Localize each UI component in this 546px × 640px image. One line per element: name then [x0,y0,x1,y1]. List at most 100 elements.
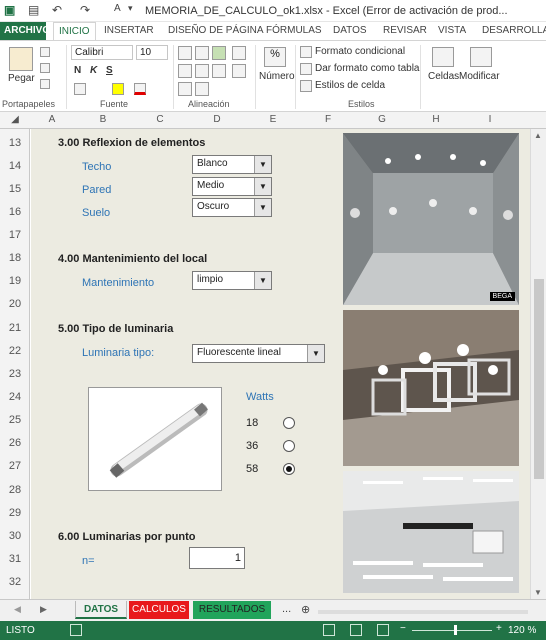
cells-icon[interactable] [432,47,454,67]
align-top-icon[interactable] [178,46,192,60]
scroll-down-icon[interactable]: ▼ [534,588,542,597]
tab-vista[interactable]: VISTA [438,25,466,36]
select-all-corner[interactable]: ◢ [0,114,30,125]
tab-scroll-right-icon[interactable]: ▶ [40,604,47,615]
row-header[interactable]: 29 [0,507,30,519]
align-right-icon[interactable] [212,64,226,78]
cond-format-icon[interactable] [300,46,312,58]
sheet-tab-resultados[interactable]: RESULTADOS [193,601,271,619]
normal-view-icon[interactable] [323,624,335,636]
merge-cells-icon[interactable] [232,64,246,78]
cut-icon[interactable] [40,47,50,57]
underline-button[interactable]: S [106,65,113,76]
tab-scroll-left-icon[interactable]: ◀ [14,604,21,615]
zoom-slider[interactable] [412,630,492,631]
tab-desarrollador[interactable]: DESARROLLA [482,25,546,36]
luminaria-tipo-dropdown[interactable]: Fluorescente lineal ▼ [192,344,325,363]
mantenimiento-dropdown[interactable]: limpio ▼ [192,271,272,290]
page-layout-view-icon[interactable] [350,624,362,636]
column-header[interactable]: H [408,114,464,125]
redo-icon[interactable]: ↷ [80,3,90,17]
row-header[interactable]: 19 [0,275,30,287]
zoom-level[interactable]: 120 % [508,625,536,636]
percent-icon[interactable]: % [264,47,286,67]
cell-styles-icon[interactable] [300,80,312,92]
align-middle-icon[interactable] [195,46,209,60]
row-header[interactable]: 32 [0,576,30,588]
row-header[interactable]: 22 [0,345,30,357]
column-header[interactable]: F [300,114,356,125]
tab-datos[interactable]: DATOS [333,25,367,36]
add-sheet-icon[interactable]: ⊕ [301,603,310,616]
cell-styles-button[interactable]: Estilos de celda [315,80,385,91]
zoom-slider-thumb[interactable] [454,625,457,635]
suelo-dropdown[interactable]: Oscuro ▼ [192,198,272,217]
modify-button[interactable]: Modificar [459,71,500,82]
worksheet-grid[interactable]: 3.00 Reflexion de elementos Techo Blanco… [31,129,530,599]
column-header[interactable]: D [188,114,246,125]
column-header[interactable]: I [464,114,516,125]
row-header[interactable]: 21 [0,322,30,334]
number-format-button[interactable]: Número [259,71,295,82]
chevron-down-icon[interactable]: ▼ [254,199,271,216]
row-header[interactable]: 16 [0,206,30,218]
paste-button[interactable]: Pegar [8,73,35,84]
row-header[interactable]: 20 [0,298,30,310]
sheet-tab-datos[interactable]: DATOS [75,601,127,619]
format-painter-icon[interactable] [40,79,50,89]
chevron-down-icon[interactable]: ▼ [307,345,324,362]
tab-insertar[interactable]: INSERTAR [104,25,154,36]
format-table-icon[interactable] [300,63,312,75]
watts-radio-18[interactable] [283,417,295,429]
align-center-icon[interactable] [195,64,209,78]
row-header[interactable]: 25 [0,414,30,426]
scroll-up-icon[interactable]: ▲ [534,131,542,140]
font-color-ribbon-icon[interactable] [134,83,146,95]
watts-radio-36[interactable] [283,440,295,452]
increase-indent-icon[interactable] [195,82,209,96]
page-break-view-icon[interactable] [377,624,389,636]
pared-dropdown[interactable]: Medio ▼ [192,177,272,196]
decrease-indent-icon[interactable] [178,82,192,96]
cells-button[interactable]: Celdas [428,71,459,82]
font-color-icon[interactable]: A [114,3,121,14]
tab-inicio[interactable]: INICIO [53,22,96,41]
zoom-out-button[interactable]: − [400,623,406,634]
row-header[interactable]: 15 [0,183,30,195]
column-header[interactable]: G [356,114,408,125]
column-header[interactable]: B [74,114,132,125]
format-table-button[interactable]: Dar formato como tabla [315,63,420,74]
tab-formulas[interactable]: FÓRMULAS [266,25,322,36]
borders-icon[interactable] [74,83,86,95]
scrollbar-thumb[interactable] [534,279,544,479]
align-left-icon[interactable] [178,64,192,78]
save-icon[interactable]: ▤ [28,3,39,17]
row-header[interactable]: 31 [0,553,30,565]
more-tabs-button[interactable]: ... [282,603,291,615]
align-bottom-icon[interactable] [212,46,226,60]
tab-diseno-pagina[interactable]: DISEÑO DE PÁGINA [168,25,264,36]
horizontal-scrollbar[interactable] [318,610,528,614]
row-header[interactable]: 18 [0,252,30,264]
wrap-text-icon[interactable] [232,46,246,60]
bold-button[interactable]: N [74,65,81,76]
vertical-scrollbar[interactable]: ▲ ▼ [530,129,546,599]
undo-icon[interactable]: ↶ [52,3,62,17]
fill-color-icon[interactable] [112,83,124,95]
row-header[interactable]: 24 [0,391,30,403]
watts-radio-58[interactable] [283,463,295,475]
techo-dropdown[interactable]: Blanco ▼ [192,155,272,174]
row-header[interactable]: 27 [0,460,30,472]
n-value-cell[interactable]: 1 [189,547,245,569]
cond-format-button[interactable]: Formato condicional [315,46,405,57]
chevron-down-icon[interactable]: ▼ [254,156,271,173]
row-header[interactable]: 17 [0,229,30,241]
row-header[interactable]: 26 [0,437,30,449]
modify-icon[interactable] [470,47,492,67]
row-header[interactable]: 30 [0,530,30,542]
sheet-tab-calculos[interactable]: CALCULOS [129,601,189,619]
row-header[interactable]: 28 [0,484,30,496]
italic-button[interactable]: K [90,65,97,76]
chevron-down-icon[interactable]: ▼ [254,272,271,289]
font-size-select[interactable]: 10 [136,45,168,60]
